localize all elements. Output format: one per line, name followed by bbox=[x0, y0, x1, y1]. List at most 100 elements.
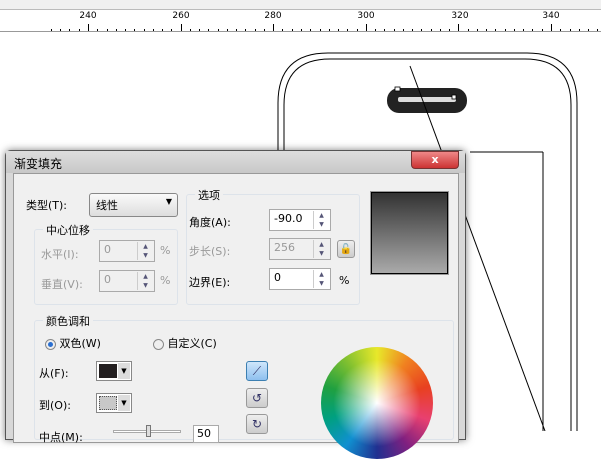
ruler-tick bbox=[384, 29, 386, 31]
horizontal-ruler[interactable]: 240 260 280 300 320 340 bbox=[0, 10, 601, 32]
vertical-input[interactable]: 0 ▲ ▼ bbox=[99, 270, 155, 292]
linear-path-icon[interactable]: ⟋ bbox=[246, 361, 268, 381]
two-color-radio[interactable]: 双色(W) bbox=[45, 335, 101, 351]
steps-value: 256 bbox=[274, 241, 295, 254]
ruler-tick bbox=[495, 29, 497, 31]
chevron-down-icon: ▼ bbox=[118, 363, 130, 379]
ruler-tick bbox=[569, 29, 571, 31]
to-color-picker[interactable]: ▼ bbox=[96, 393, 132, 413]
unit-label: % bbox=[160, 244, 171, 257]
angle-label: 角度(A): bbox=[189, 216, 231, 229]
ruler-tick bbox=[319, 29, 321, 31]
custom-radio[interactable]: 自定义(C) bbox=[153, 335, 217, 351]
ruler-tick bbox=[254, 29, 256, 31]
color-swatch bbox=[99, 364, 117, 378]
ruler-tick bbox=[347, 29, 349, 31]
dialog-body: 类型(T): 线性 ▼ 中心位移 水平(I): 0 ▲ ▼ % 垂直(V): 0 ▲ ▼ … bbox=[13, 173, 459, 459]
color-wheel[interactable] bbox=[321, 347, 433, 459]
clockwise-path-icon[interactable]: ↻ bbox=[246, 414, 268, 434]
ruler-tick bbox=[291, 29, 293, 31]
ruler-label: 240 bbox=[79, 11, 97, 21]
ruler-tick bbox=[143, 29, 145, 31]
vertical-label: 垂直(V): bbox=[41, 278, 83, 291]
gradient-fill-dialog: 渐变填充 x 类型(T): 线性 ▼ 中心位移 水平(I): 0 ▲ ▼ % 垂直(V… bbox=[5, 150, 466, 459]
ruler-tick bbox=[578, 29, 580, 31]
ruler-tick bbox=[504, 29, 506, 31]
ruler-tick bbox=[476, 29, 478, 31]
ruler-label: 300 bbox=[357, 11, 375, 21]
to-label: 到(O): bbox=[39, 399, 71, 412]
spinner[interactable]: ▲ ▼ bbox=[137, 272, 153, 290]
radio-unselected[interactable] bbox=[153, 338, 164, 350]
type-value: 线性 bbox=[96, 199, 118, 212]
midpoint-label: 中点(M): bbox=[39, 431, 83, 444]
chevron-down-icon: ▼ bbox=[118, 395, 130, 411]
spinner[interactable]: ▲ ▼ bbox=[313, 211, 329, 229]
ruler-tick bbox=[208, 29, 210, 31]
radio-selected[interactable] bbox=[45, 338, 56, 350]
ruler-tick bbox=[375, 29, 377, 31]
ruler-tick bbox=[541, 29, 543, 31]
center-offset-title: 中心位移 bbox=[43, 222, 93, 238]
ruler-tick bbox=[69, 29, 71, 31]
ruler-tick bbox=[97, 29, 99, 31]
midpoint-input[interactable]: 50 bbox=[193, 425, 219, 443]
ruler-tick bbox=[125, 29, 127, 31]
horizontal-input[interactable]: 0 ▲ ▼ bbox=[99, 240, 155, 262]
slider-thumb[interactable] bbox=[146, 425, 151, 437]
color-blend-title: 颜色调和 bbox=[43, 313, 93, 329]
ruler-tick bbox=[560, 29, 562, 31]
ruler-tick bbox=[226, 29, 228, 31]
from-label: 从(F): bbox=[39, 367, 69, 380]
angle-value: -90.0 bbox=[274, 212, 303, 225]
type-label: 类型(T): bbox=[26, 199, 68, 212]
spinner[interactable]: ▲ ▼ bbox=[137, 242, 153, 260]
ruler-tick bbox=[439, 29, 441, 31]
ruler-tick bbox=[60, 29, 62, 31]
ruler-tick bbox=[421, 29, 423, 31]
steps-label: 步长(S): bbox=[189, 245, 231, 258]
ruler-tick bbox=[393, 29, 395, 31]
from-color-picker[interactable]: ▼ bbox=[96, 361, 132, 381]
counterclockwise-path-icon[interactable]: ↺ bbox=[246, 388, 268, 408]
ruler-tick bbox=[106, 29, 108, 31]
ruler-tick bbox=[217, 29, 219, 31]
steps-input[interactable]: 256 ▲ ▼ bbox=[269, 238, 331, 260]
title-bar[interactable]: 渐变填充 x bbox=[6, 151, 465, 173]
ruler-tick bbox=[412, 29, 414, 31]
spinner[interactable]: ▲ ▼ bbox=[313, 270, 329, 288]
spinner[interactable]: ▲ ▼ bbox=[313, 240, 329, 258]
ruler-tick bbox=[356, 29, 358, 31]
toolbar bbox=[0, 0, 601, 10]
ruler-tick bbox=[486, 29, 488, 31]
ruler-tick bbox=[152, 29, 154, 31]
gradient-preview[interactable] bbox=[370, 191, 449, 275]
vertical-value: 0 bbox=[104, 273, 111, 286]
ruler-tick bbox=[597, 29, 599, 31]
type-select[interactable]: 线性 ▼ bbox=[89, 193, 178, 217]
dialog-title: 渐变填充 bbox=[14, 157, 63, 171]
edge-value: 0 bbox=[274, 271, 281, 284]
chevron-down-icon: ▼ bbox=[165, 197, 172, 206]
edge-input[interactable]: 0 ▲ ▼ bbox=[269, 268, 331, 290]
ruler-tick bbox=[180, 24, 182, 31]
ruler-tick bbox=[300, 29, 302, 31]
ruler-tick bbox=[402, 29, 404, 31]
ruler-tick bbox=[171, 29, 173, 31]
ruler-tick bbox=[78, 29, 80, 31]
angle-input[interactable]: -90.0 ▲ ▼ bbox=[269, 209, 331, 231]
midpoint-slider[interactable] bbox=[113, 425, 181, 437]
ruler-tick bbox=[50, 29, 52, 31]
close-button[interactable]: x bbox=[411, 151, 459, 169]
options-title: 选项 bbox=[195, 187, 223, 203]
ruler-tick bbox=[551, 24, 552, 31]
ruler-tick bbox=[282, 29, 284, 31]
ruler-tick bbox=[338, 29, 340, 31]
ruler-label: 280 bbox=[264, 11, 282, 21]
ruler-tick bbox=[199, 29, 201, 31]
ruler-tick bbox=[467, 29, 469, 31]
ruler-label: 320 bbox=[451, 11, 469, 21]
lock-icon[interactable]: 🔓 bbox=[337, 240, 355, 258]
ruler-tick bbox=[310, 29, 312, 31]
two-color-label: 双色(W) bbox=[59, 337, 101, 350]
